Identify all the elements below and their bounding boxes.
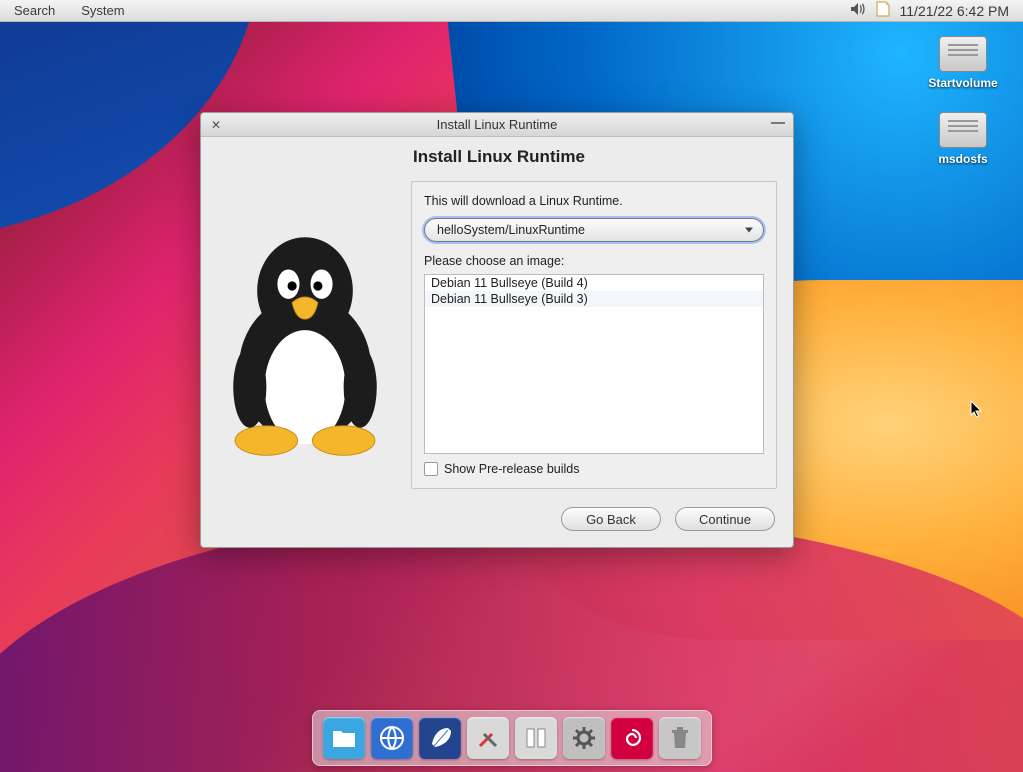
list-item[interactable]: Debian 11 Bullseye (Build 4) [425,275,763,291]
image-listbox[interactable]: Debian 11 Bullseye (Build 4) Debian 11 B… [424,274,764,454]
cursor-icon [970,400,984,420]
checkbox[interactable] [424,462,438,476]
close-icon[interactable]: ✕ [209,118,223,132]
minimize-icon[interactable] [771,122,785,124]
volume-icon[interactable] [850,2,866,19]
dialog-heading: Install Linux Runtime [413,147,777,167]
desktop-icon-msdosfs[interactable]: msdosfs [919,112,1007,166]
dock-app-browser[interactable] [371,717,413,759]
dock-app-trash[interactable] [659,717,701,759]
choose-image-label: Please choose an image: [424,254,764,268]
dialog-info-text: This will download a Linux Runtime. [424,194,764,208]
note-icon[interactable] [876,1,890,20]
window-title: Install Linux Runtime [201,117,793,132]
tux-icon [213,147,397,517]
dock [312,710,712,766]
show-prerelease-label: Show Pre-release builds [444,462,580,476]
dock-app-editor[interactable] [419,717,461,759]
install-linux-runtime-window: ✕ Install Linux Runtime Install Lin [200,112,794,548]
drive-icon [939,112,987,148]
runtime-source-combo[interactable]: helloSystem/LinuxRuntime [424,218,764,242]
window-titlebar[interactable]: ✕ Install Linux Runtime [201,113,793,137]
combo-value: helloSystem/LinuxRuntime [437,223,585,237]
menubar: Search System 11/21/22 6:42 PM [0,0,1023,22]
dock-app-tools[interactable] [467,717,509,759]
desktop-icon-label: msdosfs [938,152,987,166]
continue-button[interactable]: Continue [675,507,775,531]
dock-app-files[interactable] [323,717,365,759]
menu-search[interactable]: Search [14,3,55,18]
show-prerelease-row[interactable]: Show Pre-release builds [424,462,764,476]
dock-app-debian[interactable] [611,717,653,759]
desktop-icon-label: Startvolume [928,76,997,90]
dialog-panel: This will download a Linux Runtime. hell… [411,181,777,489]
go-back-button[interactable]: Go Back [561,507,661,531]
list-item[interactable]: Debian 11 Bullseye (Build 3) [425,291,763,307]
menu-system[interactable]: System [81,3,124,18]
desktop-icons: Startvolume msdosfs [919,36,1007,166]
menubar-clock[interactable]: 11/21/22 6:42 PM [900,3,1009,19]
drive-icon [939,36,987,72]
desktop-icon-startvolume[interactable]: Startvolume [919,36,1007,90]
dock-app-tasks[interactable] [515,717,557,759]
chevron-down-icon [745,228,753,233]
dock-app-settings[interactable] [563,717,605,759]
